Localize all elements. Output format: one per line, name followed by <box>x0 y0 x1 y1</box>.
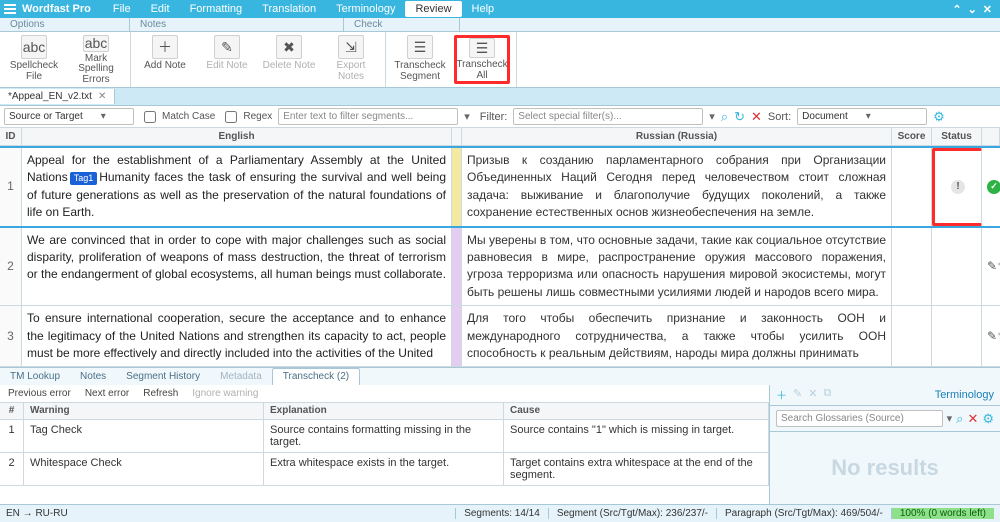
menu-file[interactable]: File <box>103 1 141 17</box>
transcheck-pane: Previous error Next error Refresh Ignore… <box>0 385 770 504</box>
ribbon-delete-note: ✖Delete Note <box>261 35 317 84</box>
refresh-button[interactable]: Refresh <box>143 388 178 399</box>
confirmed-icon: ✓ <box>987 180 1000 194</box>
find-input[interactable] <box>278 108 458 125</box>
regex-checkbox[interactable]: Regex <box>221 108 272 126</box>
menu-bar: Wordfast Pro FileEditFormattingTranslati… <box>0 0 1000 18</box>
ignore-warning-button: Ignore warning <box>192 388 258 399</box>
menu-help[interactable]: Help <box>462 1 505 17</box>
add-term-icon[interactable]: ＋ <box>776 387 787 403</box>
maximize-button[interactable]: ⌄ <box>968 3 977 16</box>
edit-term-icon: ✎ <box>793 387 802 403</box>
bottom-tabs: TM LookupNotesSegment HistoryMetadataTra… <box>0 367 1000 385</box>
bottom-tab-notes[interactable]: Notes <box>70 369 116 384</box>
previous-error-button[interactable]: Previous error <box>8 388 71 399</box>
close-button[interactable]: ✕ <box>983 3 992 16</box>
ribbon-transcheck-all[interactable]: ☰Transcheck All <box>454 35 510 84</box>
edited-icon: ✎⁺ <box>987 328 1000 345</box>
ribbon-edit-note: ✎Edit Note <box>199 35 255 84</box>
ribbon-group-label: Check <box>344 18 460 31</box>
status-paragraph: Paragraph (Src/Tgt/Max): 469/504/- <box>716 508 891 519</box>
refresh-icon[interactable]: ↻ <box>734 109 745 125</box>
segment-row[interactable]: 2We are convinced that in order to cope … <box>0 228 1000 307</box>
ribbon-group-label: Options <box>0 18 130 31</box>
ribbon: abcSpellcheck FileabcMark Spelling Error… <box>0 32 1000 88</box>
ribbon-mark-spelling-errors[interactable]: abcMark Spelling Errors <box>68 35 124 84</box>
app-name: Wordfast Pro <box>22 3 91 15</box>
status-progress: 100% (0 words left) <box>891 508 994 519</box>
sort-select[interactable]: Document <box>797 108 927 125</box>
hamburger-icon[interactable] <box>4 4 16 14</box>
segment-grid-header: ID English Russian (Russia) Score Status <box>0 128 1000 146</box>
settings-icon[interactable]: ⚙ <box>982 411 994 427</box>
ribbon-add-note[interactable]: ＋Add Note <box>137 35 193 84</box>
menu-edit[interactable]: Edit <box>141 1 180 17</box>
ribbon-group-label: Notes <box>130 18 344 31</box>
clear-icon[interactable]: ✕ <box>751 109 762 125</box>
segment-row[interactable]: 1Appeal for the establishment of a Parli… <box>0 146 1000 228</box>
col-source: English <box>22 128 452 145</box>
ribbon-group-labels: Options Notes Check <box>0 18 1000 32</box>
col-status: Status <box>932 128 982 145</box>
terminology-search-input[interactable] <box>776 410 943 427</box>
close-icon[interactable]: ✕ <box>98 91 106 102</box>
minimize-button[interactable]: ⌃ <box>952 3 961 16</box>
segment-row[interactable]: 3To ensure international cooperation, se… <box>0 306 1000 367</box>
ribbon-transcheck-segment[interactable]: ☰Transcheck Segment <box>392 35 448 84</box>
language-pair: EN → RU-RU <box>6 508 68 519</box>
copy-term-icon: ⧉ <box>823 387 831 403</box>
filter-bar: Source or Target Match Case Regex ▾ Filt… <box>0 106 1000 128</box>
bottom-tab-metadata[interactable]: Metadata <box>210 369 272 384</box>
status-marker <box>452 228 462 306</box>
bottom-tab-transcheck-[interactable]: Transcheck (2) <box>272 368 360 386</box>
file-tab-label: *Appeal_EN_v2.txt <box>8 91 92 102</box>
menu-review[interactable]: Review <box>405 1 461 17</box>
col-id: ID <box>0 128 22 145</box>
bottom-tab-segment-history[interactable]: Segment History <box>116 369 210 384</box>
transcheck-row[interactable]: 1Tag CheckSource contains formatting mis… <box>0 420 769 453</box>
edited-icon: ✎⁺ <box>987 258 1000 275</box>
filter-input[interactable] <box>513 108 703 125</box>
match-case-checkbox[interactable]: Match Case <box>140 108 215 126</box>
file-tab[interactable]: *Appeal_EN_v2.txt ✕ <box>0 89 115 104</box>
menu-terminology[interactable]: Terminology <box>326 1 405 17</box>
segment-grid: 1Appeal for the establishment of a Parli… <box>0 146 1000 367</box>
transcheck-toolbar: Previous error Next error Refresh Ignore… <box>0 385 769 403</box>
warning-icon: ! <box>951 180 965 194</box>
bottom-tab-tm-lookup[interactable]: TM Lookup <box>0 369 70 384</box>
col-score: Score <box>892 128 932 145</box>
scope-select[interactable]: Source or Target <box>4 108 134 125</box>
status-segments: Segments: 14/14 <box>455 508 548 519</box>
status-bar: EN → RU-RU Segments: 14/14 Segment (Src/… <box>0 504 1000 522</box>
transcheck-header: # Warning Explanation Cause <box>0 403 769 420</box>
ribbon-spellcheck-file[interactable]: abcSpellcheck File <box>6 35 62 84</box>
menu-translation[interactable]: Translation <box>252 1 326 17</box>
clear-icon[interactable]: ✕ <box>967 411 978 427</box>
settings-icon[interactable]: ⚙ <box>933 109 945 125</box>
status-segment: Segment (Src/Tgt/Max): 236/237/- <box>548 508 716 519</box>
file-tab-strip: *Appeal_EN_v2.txt ✕ <box>0 88 1000 106</box>
terminology-no-results: No results <box>770 432 1000 504</box>
menu-formatting[interactable]: Formatting <box>180 1 253 17</box>
delete-term-icon: ✕ <box>808 387 817 403</box>
transcheck-row[interactable]: 2Whitespace CheckExtra whitespace exists… <box>0 453 769 486</box>
terminology-pane: ＋ ✎ ✕ ⧉ Terminology ▾ ⌕ ✕ ⚙ No results <box>770 385 1000 504</box>
col-target: Russian (Russia) <box>462 128 892 145</box>
search-icon[interactable]: ⌕ <box>721 109 728 125</box>
search-icon[interactable]: ⌕ <box>956 411 963 427</box>
ribbon-export-notes: ⇲Export Notes <box>323 35 379 84</box>
status-marker <box>452 306 462 366</box>
sort-label: Sort: <box>768 111 791 123</box>
filter-label: Filter: <box>480 111 508 123</box>
terminology-title: Terminology <box>935 389 994 401</box>
next-error-button[interactable]: Next error <box>85 388 129 399</box>
bottom-panel: Previous error Next error Refresh Ignore… <box>0 385 1000 504</box>
status-marker <box>452 148 462 226</box>
tag-marker: Tag1 <box>70 172 98 185</box>
